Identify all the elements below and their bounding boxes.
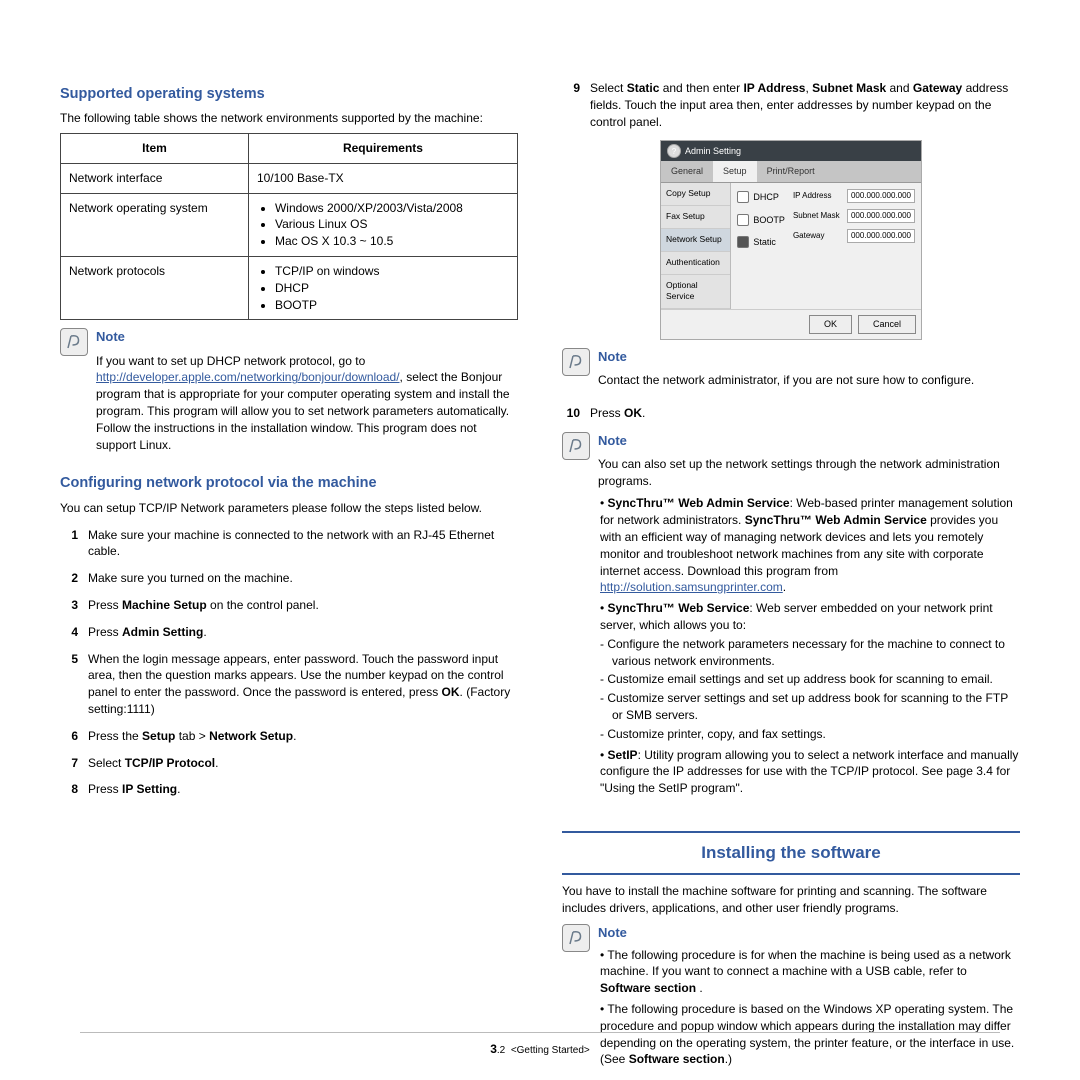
- cell-item: Network protocols: [61, 257, 249, 320]
- step: 3Press Machine Setup on the control pane…: [60, 597, 518, 614]
- side-item: Authentication: [661, 252, 730, 275]
- cell-req: 10/100 Base-TX: [248, 163, 517, 193]
- list-item: Various Linux OS: [275, 216, 509, 233]
- ok-button: OK: [809, 315, 852, 334]
- side-item: Network Setup: [661, 229, 730, 252]
- note-title: Note: [96, 328, 518, 346]
- bullet: • SyncThru™ Web Admin Service: Web-based…: [600, 495, 1020, 596]
- heading-config-network: Configuring network protocol via the mac…: [60, 473, 518, 493]
- bullet: • SyncThru™ Web Service: Web server embe…: [600, 600, 1020, 742]
- cancel-button: Cancel: [858, 315, 916, 334]
- note-block: Note Contact the network administrator, …: [562, 348, 1020, 395]
- dash-item: Configure the network parameters necessa…: [612, 636, 1020, 670]
- screenshot-title: Admin Setting: [685, 145, 741, 158]
- requirements-table: Item Requirements Network interface 10/1…: [60, 133, 518, 320]
- radio-static: Static: [737, 236, 785, 249]
- step: 4Press Admin Setting.: [60, 624, 518, 641]
- note-icon: [562, 432, 590, 460]
- page-number: 3: [490, 1042, 497, 1056]
- step: 6Press the Setup tab > Network Setup.: [60, 728, 518, 745]
- dash-item: Customize printer, copy, and fax setting…: [612, 726, 1020, 743]
- two-columns: Supported operating systems The followin…: [60, 70, 1020, 1080]
- cell-item: Network interface: [61, 163, 249, 193]
- side-item: Optional Service: [661, 275, 730, 310]
- right-column: 9Select Static and then enter IP Address…: [562, 70, 1020, 1080]
- list-item: DHCP: [275, 280, 509, 297]
- th-item: Item: [61, 134, 249, 164]
- side-item: Fax Setup: [661, 206, 730, 229]
- field-gateway: Gateway000.000.000.000: [793, 229, 915, 243]
- dash-item: Customize email settings and set up addr…: [612, 671, 1020, 688]
- heading-installing-software: Installing the software: [562, 831, 1020, 875]
- list-item: Windows 2000/XP/2003/Vista/2008: [275, 200, 509, 217]
- note-body: Note If you want to set up DHCP network …: [96, 328, 518, 459]
- list-item: TCP/IP on windows: [275, 263, 509, 280]
- side-item: Copy Setup: [661, 183, 730, 206]
- table-header-row: Item Requirements: [61, 134, 518, 164]
- note-title: Note: [598, 432, 1020, 450]
- tab-setup: Setup: [713, 161, 757, 182]
- note-icon: [562, 924, 590, 952]
- table-row: Network protocols TCP/IP on windows DHCP…: [61, 257, 518, 320]
- radio-bootp: BOOTP: [737, 214, 785, 227]
- tab-general: General: [661, 161, 713, 182]
- paragraph: You can setup TCP/IP Network parameters …: [60, 500, 518, 517]
- th-req: Requirements: [248, 134, 517, 164]
- step: 10Press OK.: [562, 405, 1020, 422]
- radio-dhcp: DHCP: [737, 191, 785, 204]
- field-subnet: Subnet Mask000.000.000.000: [793, 209, 915, 223]
- link-samsung[interactable]: http://solution.samsungprinter.com: [600, 580, 783, 594]
- table-row: Network interface 10/100 Base-TX: [61, 163, 518, 193]
- help-icon: ?: [667, 144, 681, 158]
- screenshot-admin-setting: ? Admin Setting General Setup Print/Repor…: [660, 140, 922, 340]
- step: 7Select TCP/IP Protocol.: [60, 755, 518, 772]
- note-text: Contact the network administrator, if yo…: [598, 372, 1020, 389]
- note-title: Note: [598, 924, 1020, 942]
- heading-supported-os: Supported operating systems: [60, 84, 518, 104]
- steps-list: 1Make sure your machine is connected to …: [60, 527, 518, 799]
- cell-item: Network operating system: [61, 193, 249, 256]
- note-text: If you want to set up DHCP network proto…: [96, 353, 518, 454]
- field-ip: IP Address000.000.000.000: [793, 189, 915, 203]
- list-item: BOOTP: [275, 297, 509, 314]
- paragraph: You have to install the machine software…: [562, 883, 1020, 917]
- intro-text: The following table shows the network en…: [60, 110, 518, 127]
- note-icon: [60, 328, 88, 356]
- cell-req: Windows 2000/XP/2003/Vista/2008 Various …: [248, 193, 517, 256]
- step: 9Select Static and then enter IP Address…: [562, 80, 1020, 130]
- tabs: General Setup Print/Report: [661, 161, 921, 183]
- note-icon: [562, 348, 590, 376]
- note-block: Note If you want to set up DHCP network …: [60, 328, 518, 459]
- table-row: Network operating system Windows 2000/XP…: [61, 193, 518, 256]
- list-item: Mac OS X 10.3 ~ 10.5: [275, 233, 509, 250]
- step: 2Make sure you turned on the machine.: [60, 570, 518, 587]
- link-bonjour[interactable]: http://developer.apple.com/networking/bo…: [96, 370, 400, 384]
- step: 8Press IP Setting.: [60, 781, 518, 798]
- cell-req: TCP/IP on windows DHCP BOOTP: [248, 257, 517, 320]
- step: 1Make sure your machine is connected to …: [60, 527, 518, 561]
- left-column: Supported operating systems The followin…: [60, 70, 518, 1080]
- note-text: You can also set up the network settings…: [598, 456, 1020, 490]
- tab-print-report: Print/Report: [757, 161, 825, 182]
- side-list: Copy Setup Fax Setup Network Setup Authe…: [661, 183, 731, 309]
- document-page: Supported operating systems The followin…: [0, 0, 1080, 1080]
- bullet: • SetIP: Utility program allowing you to…: [600, 747, 1020, 797]
- dash-item: Customize server settings and set up add…: [612, 690, 1020, 724]
- step: 5When the login message appears, enter p…: [60, 651, 518, 718]
- note-title: Note: [598, 348, 1020, 366]
- bullet: • The following procedure is for when th…: [600, 947, 1020, 997]
- section-label: <Getting Started>: [511, 1045, 590, 1056]
- steps-cont: 9Select Static and then enter IP Address…: [562, 80, 1020, 130]
- page-footer: 3.2 <Getting Started>: [80, 1032, 1000, 1058]
- note-block: Note You can also set up the network set…: [562, 432, 1020, 801]
- steps-cont: 10Press OK.: [562, 405, 1020, 422]
